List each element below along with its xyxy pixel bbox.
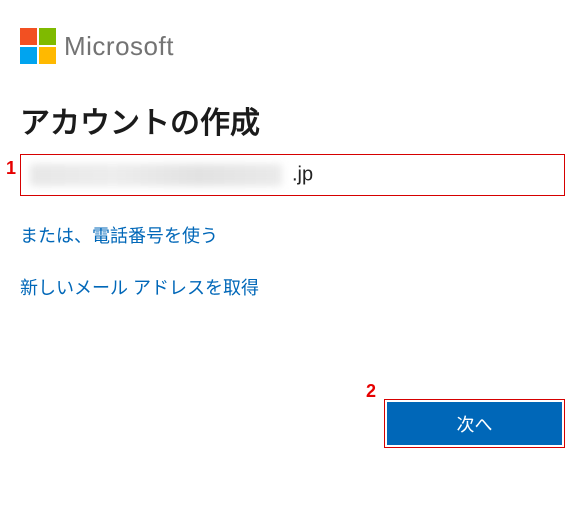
annotation-2: 2 xyxy=(366,381,376,402)
email-field-wrap: .jp xyxy=(20,154,565,196)
brand-header: Microsoft xyxy=(20,28,585,64)
get-new-email-link[interactable]: 新しいメール アドレスを取得 xyxy=(20,274,259,300)
brand-name: Microsoft xyxy=(64,31,174,62)
page-title: アカウントの作成 xyxy=(20,98,585,142)
next-button[interactable]: 次へ xyxy=(387,402,562,445)
microsoft-logo-icon xyxy=(20,28,56,64)
use-phone-link[interactable]: または、電話番号を使う xyxy=(20,222,218,248)
email-input[interactable] xyxy=(20,154,565,196)
annotation-1: 1 xyxy=(6,158,16,179)
next-button-highlight: 次へ xyxy=(384,399,565,448)
